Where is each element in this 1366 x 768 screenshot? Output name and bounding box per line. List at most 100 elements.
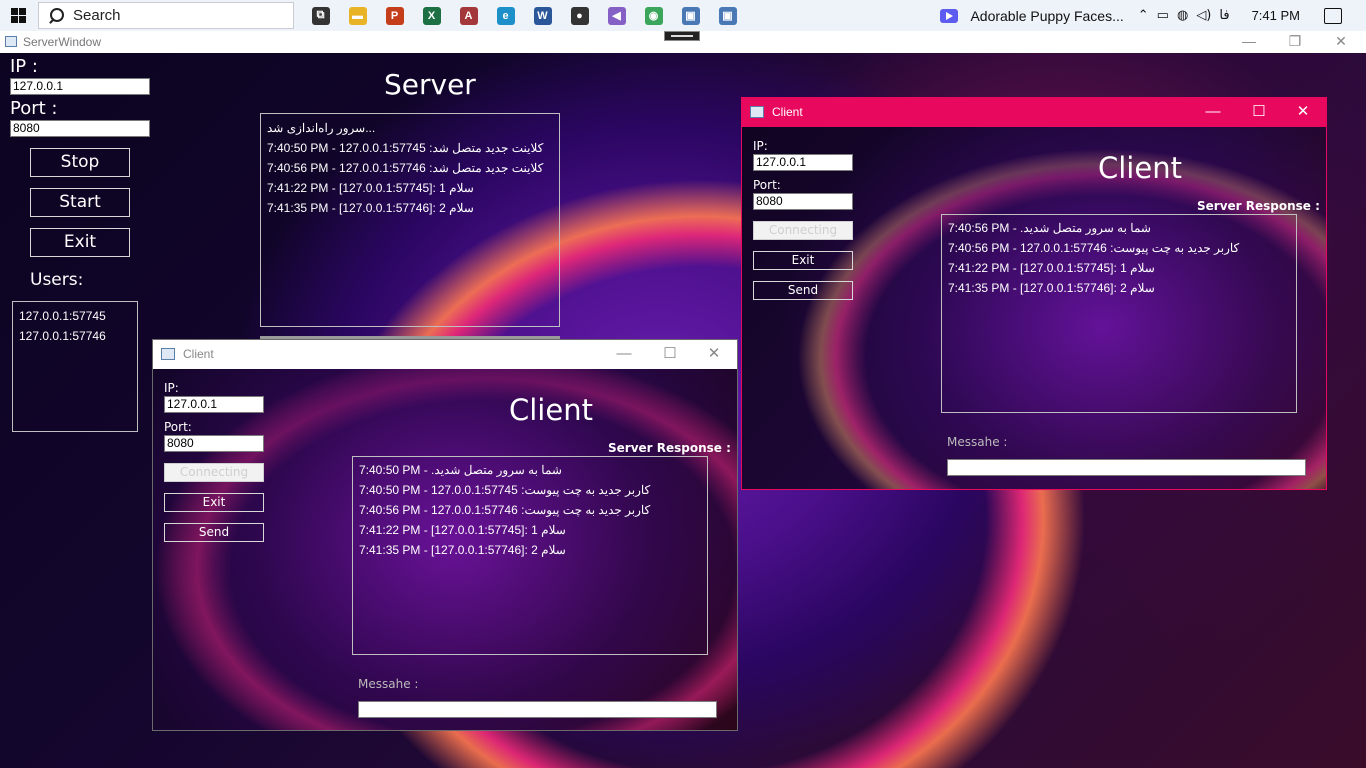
file-explorer-icon: ▬ — [348, 6, 367, 25]
list-item: 7:40:56 PM - .شما به سرور متصل شدید — [948, 221, 1151, 235]
file-explorer-taskbar-button[interactable]: ▬ — [339, 0, 376, 31]
list-item: 7:41:35 PM - [127.0.0.1:57746]: سلام 2 — [359, 543, 566, 557]
clock[interactable]: 7:41 PM — [1252, 8, 1300, 23]
stop-button[interactable]: Stop — [30, 148, 130, 177]
server-response-list[interactable]: 7:40:56 PM - .شما به سرور متصل شدید 7:40… — [941, 214, 1297, 413]
edge-icon: e — [496, 6, 515, 25]
battery-icon[interactable]: ▭ — [1157, 8, 1169, 23]
app-window-icon-1: ▣ — [681, 6, 700, 25]
minimize-button[interactable]: — — [1190, 98, 1236, 127]
server-ip-input[interactable]: 127.0.0.1 — [10, 78, 150, 95]
list-item: 7:41:35 PM - [127.0.0.1:57746]: سلام 2 — [948, 281, 1155, 295]
minimize-button[interactable]: — — [1226, 31, 1272, 53]
message-input[interactable] — [947, 459, 1306, 476]
client-port-label: Port: — [164, 420, 192, 434]
connect-button[interactable]: Connecting — [753, 221, 853, 240]
server-response-list[interactable]: 7:40:50 PM - .شما به سرور متصل شدید 7:40… — [352, 456, 708, 655]
app-window-1-taskbar-button[interactable]: ▣ — [672, 0, 709, 31]
list-item: 7:40:56 PM - 127.0.0.1:57746 :کاربر جدید… — [359, 503, 651, 517]
server-port-label: Port : — [10, 98, 58, 119]
client-port-input[interactable]: 8080 — [164, 435, 264, 452]
word-taskbar-button[interactable]: W — [524, 0, 561, 31]
language-indicator[interactable]: فا — [1219, 8, 1229, 23]
server-window-titlebar: ServerWindow — ❐ ✕ — [0, 31, 1366, 53]
volume-icon[interactable]: ◁) — [1196, 8, 1211, 23]
client-heading: Client — [1098, 151, 1182, 185]
globe-icon[interactable]: ◍ — [1177, 8, 1188, 23]
server-log[interactable]: سرور راه‌اندازی شد... 7:40:50 PM - 127.0… — [260, 113, 560, 327]
client-ip-label: IP: — [753, 139, 768, 153]
message-label: Messahe : — [358, 677, 419, 691]
access-icon: A — [459, 6, 478, 25]
server-ip-label: IP : — [10, 56, 38, 77]
github-taskbar-button[interactable]: ● — [561, 0, 598, 31]
maximize-button[interactable]: ☐ — [1236, 98, 1282, 127]
server-port-input[interactable]: 8080 — [10, 120, 150, 137]
windows-logo-icon — [10, 8, 26, 23]
close-button[interactable]: ✕ — [1280, 98, 1326, 127]
task-view-icon: ⧉ — [311, 6, 330, 25]
close-button[interactable]: ✕ — [691, 340, 737, 369]
start-button-server[interactable]: Start — [30, 188, 130, 217]
minimize-button[interactable]: — — [601, 340, 647, 369]
close-button[interactable]: ✕ — [1318, 31, 1364, 53]
powerpoint-taskbar-button[interactable]: P — [376, 0, 413, 31]
send-button[interactable]: Send — [753, 281, 853, 300]
taskbar: Search ⧉ ▬ P X Ae W ● ◀ ◉ ▣ ▣ Adorable Puppy Faces… — [0, 0, 1366, 31]
exit-button-server[interactable]: Exit — [30, 228, 130, 257]
list-item[interactable]: 127.0.0.1:57745 — [19, 306, 131, 326]
search-placeholder: Search — [73, 7, 121, 24]
word-icon: W — [533, 6, 552, 25]
task-view-taskbar-button[interactable]: ⧉ — [302, 0, 339, 31]
server-heading: Server — [384, 68, 476, 101]
connect-button[interactable]: Connecting — [164, 463, 264, 482]
log-line: 7:40:50 PM - 127.0.0.1:57745 :کلاینت جدی… — [267, 141, 544, 155]
client-exit-button[interactable]: Exit — [164, 493, 264, 512]
media-title[interactable]: Adorable Puppy Faces... — [970, 8, 1123, 24]
client-exit-button[interactable]: Exit — [753, 251, 853, 270]
client-1-titlebar[interactable]: Client — ☐ ✕ — [153, 340, 737, 369]
client-ip-input[interactable]: 127.0.0.1 — [164, 396, 264, 413]
app-window-2-taskbar-button[interactable]: ▣ — [709, 0, 746, 31]
client-ip-input[interactable]: 127.0.0.1 — [753, 154, 853, 171]
maximize-button[interactable]: ☐ — [647, 340, 693, 369]
server-window-title: ServerWindow — [23, 35, 102, 49]
maximize-button[interactable]: ❐ — [1272, 31, 1318, 53]
client-2-body: IP: 127.0.0.1 Port: 8080 Connecting Exit… — [742, 127, 1326, 489]
server-response-label: Server Response : — [608, 441, 731, 455]
notification-icon[interactable] — [1324, 7, 1342, 24]
access-taskbar-button[interactable]: A — [450, 0, 487, 31]
client-port-input[interactable]: 8080 — [753, 193, 853, 210]
list-item: 7:40:50 PM - 127.0.0.1:57745 :کاربر جدید… — [359, 483, 651, 497]
edge-taskbar-button[interactable]: e — [487, 0, 524, 31]
list-item: 7:41:22 PM - [127.0.0.1:57745]: سلام 1 — [359, 523, 566, 537]
client-heading: Client — [509, 393, 593, 427]
taskbar-search-box[interactable]: Search — [38, 2, 294, 29]
log-line: سرور راه‌اندازی شد... — [267, 121, 376, 135]
window-icon — [750, 106, 764, 118]
client-port-label: Port: — [753, 178, 781, 192]
chrome-icon: ◉ — [644, 6, 663, 25]
log-line: 7:41:35 PM - [127.0.0.1:57746]: سلام 2 — [267, 201, 474, 215]
client-window-1: Client — ☐ ✕ IP: 127.0.0.1 Port: 8080 Co… — [152, 339, 738, 731]
list-item: 7:41:22 PM - [127.0.0.1:57745]: سلام 1 — [948, 261, 1155, 275]
visual-studio-taskbar-button[interactable]: ◀ — [598, 0, 635, 31]
chrome-taskbar-button[interactable]: ◉ — [635, 0, 672, 31]
chevron-up-icon[interactable]: ⌃ — [1138, 8, 1149, 23]
start-button[interactable] — [0, 0, 36, 31]
taskbar-pinned-apps: ⧉ ▬ P X Ae W ● ◀ ◉ ▣ ▣ — [302, 0, 746, 31]
excel-taskbar-button[interactable]: X — [413, 0, 450, 31]
log-line: 7:40:56 PM - 127.0.0.1:57746 :کلاینت جدی… — [267, 161, 544, 175]
github-icon: ● — [570, 6, 589, 25]
client-window-2: Client — ☐ ✕ IP: 127.0.0.1 Port: 8080 Co… — [741, 97, 1327, 490]
users-list[interactable]: 127.0.0.1:57745 127.0.0.1:57746 — [12, 301, 138, 432]
powerpoint-icon: P — [385, 6, 404, 25]
client-2-titlebar[interactable]: Client — ☐ ✕ — [742, 98, 1326, 127]
drag-handle-icon[interactable] — [664, 31, 700, 41]
client-1-title: Client — [183, 347, 214, 361]
message-input[interactable] — [358, 701, 717, 718]
media-play-icon[interactable] — [940, 8, 959, 23]
visual-studio-icon: ◀ — [607, 6, 626, 25]
send-button[interactable]: Send — [164, 523, 264, 542]
list-item[interactable]: 127.0.0.1:57746 — [19, 326, 131, 346]
